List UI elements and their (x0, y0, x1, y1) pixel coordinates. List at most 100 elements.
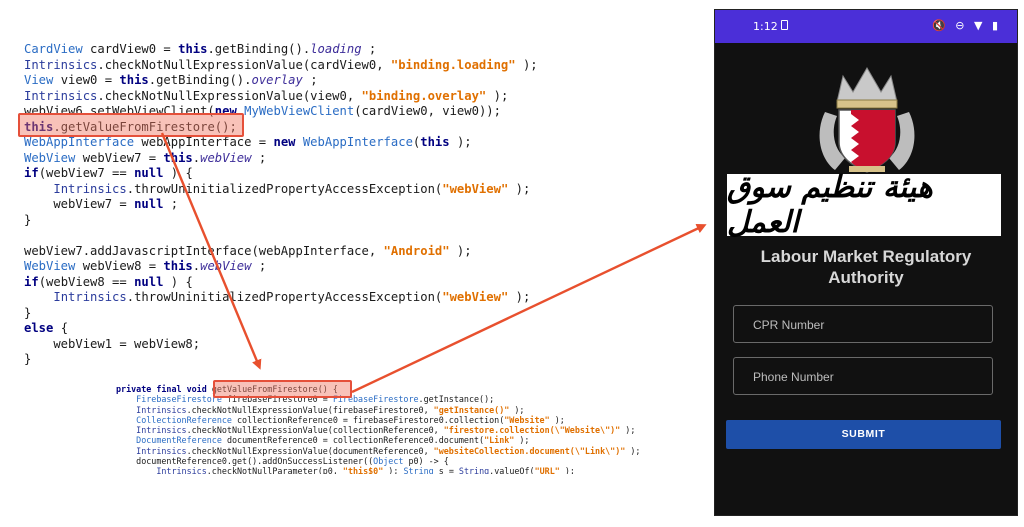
code-token: WebAppInterface (302, 135, 413, 149)
status-time: 1:12 (753, 20, 778, 33)
code-token: webView7.addJavascriptInterface(webAppIn… (24, 243, 384, 258)
code-token: this (163, 150, 193, 165)
cpr-number-placeholder: CPR Number (753, 318, 825, 332)
organization-name-arabic: هيئة تنظيم سوق العمل (727, 170, 933, 240)
code-token: (webView8 == (38, 274, 135, 289)
code-line: WebAppInterface webAppInterface = new We… (24, 135, 624, 151)
code-line: if(webView8 == null ) { (24, 275, 624, 291)
code-token: } (24, 352, 32, 366)
crest-logo-icon (815, 62, 919, 178)
code-token: s = (438, 466, 459, 474)
code-token: WebView (24, 150, 83, 165)
code-token: WebView (24, 259, 83, 273)
code-token: ) { (170, 166, 193, 180)
code-line: } (24, 352, 624, 368)
code-token: CollectionReference (136, 414, 238, 425)
code-line: webView1 = webView8; (24, 337, 624, 353)
code-token: ); (554, 414, 565, 425)
code-line: webView7.addJavascriptInterface(webAppIn… (24, 244, 624, 260)
code-token: } (24, 212, 32, 227)
code-token: ; (170, 197, 179, 211)
code-token: ); (456, 243, 472, 258)
code-line: else { (24, 321, 624, 337)
code-token: cardView0 = (90, 42, 179, 56)
code-token: "getInstance()" (433, 404, 515, 415)
code-token: .checkNotNullExpressionValue(documentRef… (186, 445, 434, 456)
code-token: null (134, 274, 171, 289)
code-token: loading (310, 42, 369, 56)
code-token: .throwUninitializedPropertyAccessExcepti… (126, 181, 443, 196)
code-token: .throwUninitializedPropertyAccessExcepti… (126, 290, 443, 304)
highlight-call-getvaluefromfirestore (18, 113, 244, 137)
code-token: ) { (170, 274, 193, 289)
code-token: ; (258, 150, 267, 165)
phone-number-placeholder: Phone Number (753, 370, 834, 384)
code-line: Intrinsics.checkNotNullParameter(p0, "th… (116, 466, 686, 474)
code-token: (webView7 == (38, 166, 135, 180)
code-line: CardView cardView0 = this.getBinding().l… (24, 42, 624, 58)
code-token: if (24, 274, 39, 289)
code-token: webView8 = (82, 259, 164, 273)
code-token: Intrinsics (53, 181, 127, 196)
code-line: FirebaseFirestore firebaseFirestore0 = F… (116, 394, 686, 404)
code-token: } (24, 305, 32, 320)
phone-number-input[interactable]: Phone Number (733, 357, 993, 395)
code-token: .getBinding(). (148, 73, 252, 87)
code-token: webAppInterface = (141, 135, 274, 149)
decompiled-code-method: private final void getValueFromFirestore… (116, 384, 686, 474)
code-token: "Website" (504, 414, 555, 425)
code-token: ); (515, 181, 531, 196)
code-token: webView7 = (82, 150, 164, 165)
code-token: .checkNotNullParameter(p0, (206, 466, 343, 474)
code-token: webView (200, 259, 259, 273)
code-token: ); (456, 135, 479, 149)
code-line: webView7 = null ; (24, 197, 624, 213)
code-token: "binding.overlay" (361, 88, 494, 103)
code-token: this (163, 259, 193, 273)
code-token: .valueOf( (489, 466, 535, 474)
code-token: ; (258, 259, 267, 273)
code-line: Intrinsics.checkNotNullExpressionValue(c… (24, 58, 624, 74)
code-token: null (134, 197, 171, 211)
cpr-number-input[interactable]: CPR Number (733, 305, 993, 343)
code-token: "binding.loading" (390, 57, 523, 72)
code-token: .checkNotNullExpressionValue(view0, (97, 88, 362, 103)
title-line-1: Labour Market Regulatory (760, 247, 972, 266)
code-token: WebAppInterface (24, 135, 142, 149)
code-token: ); (630, 445, 641, 456)
code-token: private final void (116, 384, 212, 394)
code-token: Intrinsics (136, 425, 187, 436)
code-token: p0) -> { (408, 456, 449, 467)
code-token: Intrinsics (156, 466, 207, 474)
code-token: Intrinsics (24, 88, 98, 103)
code-token: DocumentReference (136, 435, 227, 446)
code-token: ); (625, 425, 636, 436)
code-token: ); (522, 57, 538, 72)
code-token: this (420, 135, 457, 149)
code-token: .checkNotNullExpressionValue(firebaseFir… (186, 404, 434, 415)
code-line: Intrinsics.checkNotNullExpressionValue(v… (24, 89, 624, 105)
code-token: ; (368, 42, 377, 56)
code-line: Intrinsics.throwUninitializedPropertyAcc… (24, 182, 624, 198)
code-token: ; (310, 73, 318, 87)
code-token: Intrinsics (24, 57, 98, 72)
status-bar: 1:12 🔇 ⊖ ▼ ▮ (715, 10, 1017, 43)
code-token: .getBinding(). (207, 42, 311, 56)
code-line: } (24, 306, 624, 322)
submit-button[interactable]: SUBMIT (726, 420, 1001, 449)
code-line: DocumentReference documentReference0 = c… (116, 435, 686, 445)
code-token: if (24, 166, 39, 180)
code-token: CardView (24, 42, 91, 56)
code-token: ); (515, 290, 531, 304)
code-token: documentReference0 = collectionReference… (226, 435, 485, 446)
code-token: "Android" (383, 243, 457, 258)
code-token: ); (493, 88, 509, 103)
code-token: { (60, 321, 69, 335)
code-token: webView (200, 150, 259, 165)
code-token: "webView" (442, 290, 516, 304)
code-token: new (273, 135, 303, 149)
